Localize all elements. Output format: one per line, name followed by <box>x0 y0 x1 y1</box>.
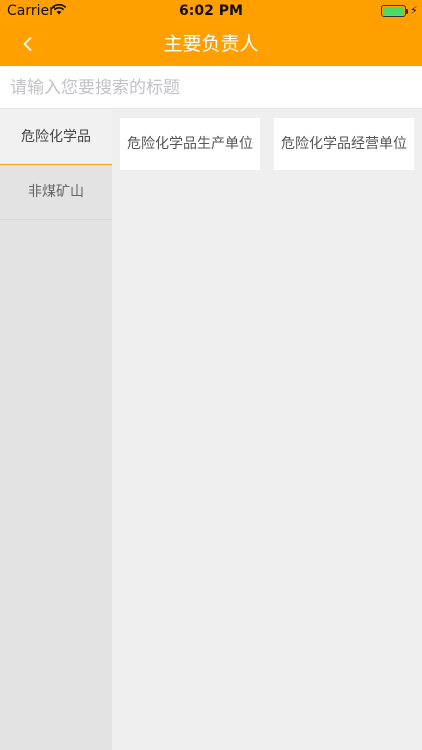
sidebar: 危险化学品 非煤矿山 <box>0 110 112 750</box>
sidebar-item-non-coal-mines[interactable]: 非煤矿山 <box>0 165 112 220</box>
navbar: 主要负责人 <box>0 22 422 66</box>
status-time: 6:02 PM <box>179 3 243 19</box>
search-input[interactable] <box>0 66 422 109</box>
card-label: 危险化学品生产单位 <box>127 136 253 152</box>
header: Carrier 6:02 PM ⚡ 主要负责人 <box>0 0 422 66</box>
status-bar: Carrier 6:02 PM ⚡ <box>0 0 422 22</box>
battery-fill <box>383 7 404 15</box>
battery-tip <box>406 9 408 14</box>
card-label: 危险化学品经营单位 <box>281 136 407 152</box>
back-button[interactable] <box>8 26 44 62</box>
card-business-unit[interactable]: 危险化学品经营单位 <box>274 118 414 170</box>
charging-icon: ⚡ <box>410 4 418 17</box>
battery-icon <box>381 5 406 17</box>
sidebar-item-label: 非煤矿山 <box>28 184 84 200</box>
chevron-left-icon <box>23 37 32 51</box>
sidebar-item-hazardous-chemicals[interactable]: 危险化学品 <box>0 110 112 165</box>
content-panel: 危险化学品生产单位 危险化学品经营单位 <box>112 110 422 750</box>
page-title: 主要负责人 <box>163 33 259 55</box>
sidebar-item-label: 危险化学品 <box>21 129 91 145</box>
card-production-unit[interactable]: 危险化学品生产单位 <box>120 118 260 170</box>
search-bar <box>0 66 422 109</box>
